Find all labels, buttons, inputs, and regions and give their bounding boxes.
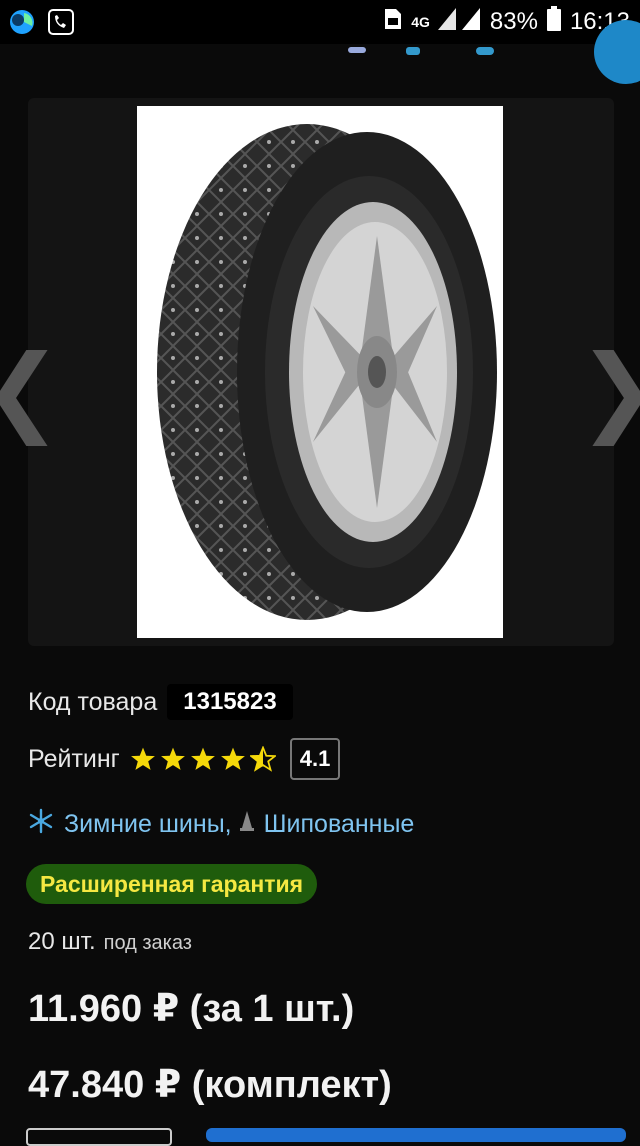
phone-icon — [48, 9, 74, 40]
spike-icon — [238, 810, 256, 839]
star-icon — [190, 747, 215, 770]
sim-icon — [383, 7, 403, 38]
product-code-row: Код товара 1315823 — [28, 684, 293, 720]
product-code-label: Код товара — [28, 687, 158, 716]
category-studded-link[interactable]: Шипованные — [264, 810, 415, 839]
status-bar: 4G 83% 16:13 — [0, 0, 640, 44]
battery-percent: 83% — [489, 8, 538, 35]
category-winter-link[interactable]: Зимние шины, — [64, 810, 232, 839]
chevron-left-icon: ❮ — [0, 342, 62, 438]
product-image — [137, 106, 503, 638]
stock-quantity: 20 шт. — [28, 928, 96, 955]
quantity-selector[interactable] — [26, 1128, 172, 1146]
star-icon — [220, 747, 245, 770]
battery-icon — [546, 5, 562, 39]
star-icon — [160, 747, 185, 770]
product-code-value: 1315823 — [167, 684, 293, 720]
stock-note: под заказ — [103, 932, 192, 954]
half-star-icon — [249, 746, 276, 772]
add-to-cart-button[interactable] — [206, 1128, 626, 1142]
stock-info: 20 шт. под заказ — [28, 928, 192, 956]
rating-value: 4.1 — [289, 738, 341, 780]
app-notification-icon — [8, 8, 36, 41]
price-set: 47.840 ₽ (комплект) — [28, 1064, 392, 1106]
warranty-badge[interactable]: Расширенная гарантия — [26, 864, 318, 904]
gallery-prev-button[interactable]: ❮ — [0, 340, 62, 440]
gallery-next-button[interactable]: ❯ — [578, 340, 640, 440]
signal-icon — [437, 6, 482, 39]
category-links: Зимние шины, Шипованные — [28, 808, 414, 841]
network-type: 4G — [411, 14, 430, 30]
app-bar — [0, 20, 640, 84]
rating-label: Рейтинг — [28, 744, 120, 773]
snowflake-icon — [28, 808, 54, 841]
star-icon — [130, 747, 155, 770]
logo — [348, 44, 508, 55]
rating-row: Рейтинг 4.1 — [28, 738, 341, 780]
chevron-right-icon: ❯ — [578, 342, 640, 438]
price-per-unit: 11.960 ₽ (за 1 шт.) — [28, 988, 355, 1030]
rating-stars — [130, 746, 276, 772]
